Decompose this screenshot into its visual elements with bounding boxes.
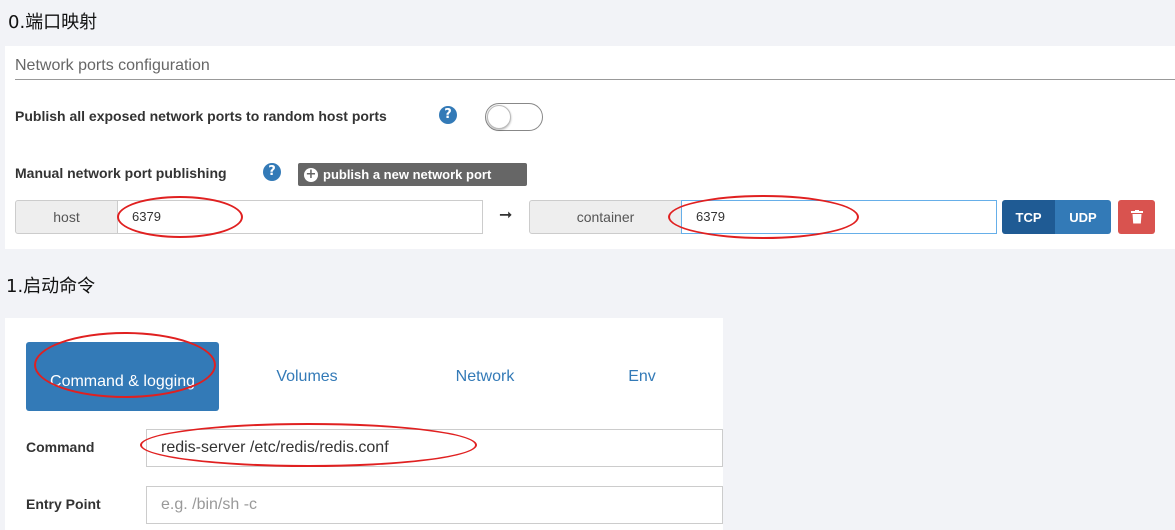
question-circle-icon[interactable]: ?	[263, 163, 281, 181]
tcp-button[interactable]: TCP	[1002, 200, 1055, 234]
publish-new-port-button[interactable]: + publish a new network port	[298, 163, 527, 186]
tab-volumes[interactable]: Volumes	[237, 342, 377, 411]
command-label: Command	[26, 439, 95, 455]
entry-point-label: Entry Point	[26, 496, 101, 512]
tab-command-logging[interactable]: Command & logging	[26, 342, 219, 411]
question-circle-icon[interactable]: ?	[439, 106, 457, 124]
udp-button[interactable]: UDP	[1055, 200, 1111, 234]
toggle-knob	[487, 105, 511, 129]
network-ports-panel: Network ports configuration Publish all …	[5, 46, 1175, 249]
container-addon: container	[529, 200, 682, 234]
section-divider	[15, 79, 1175, 80]
trash-icon	[1130, 210, 1143, 224]
publish-new-port-label: publish a new network port	[323, 167, 492, 182]
arrow-right-icon: ➞	[499, 205, 513, 224]
command-input[interactable]: redis-server /etc/redis/redis.conf	[146, 429, 723, 467]
container-port-input[interactable]: 6379	[681, 200, 997, 234]
host-port-input[interactable]: 6379	[117, 200, 483, 234]
plus-circle-icon: +	[304, 166, 318, 182]
host-addon: host	[15, 200, 118, 234]
entry-point-input[interactable]: e.g. /bin/sh -c	[146, 486, 723, 524]
container-config-panel: Command & logging Volumes Network Env Co…	[5, 318, 723, 530]
publish-all-label: Publish all exposed network ports to ran…	[15, 108, 387, 124]
tab-env[interactable]: Env	[595, 342, 689, 411]
step-0-heading: 0.端口映射	[8, 12, 98, 33]
section-title: Network ports configuration	[15, 57, 210, 74]
tab-network[interactable]: Network	[415, 342, 555, 411]
publish-all-toggle[interactable]	[485, 103, 543, 131]
step-1-heading: 1.启动命令	[6, 276, 96, 297]
remove-port-button[interactable]	[1118, 200, 1155, 234]
manual-publishing-label: Manual network port publishing	[15, 165, 227, 181]
